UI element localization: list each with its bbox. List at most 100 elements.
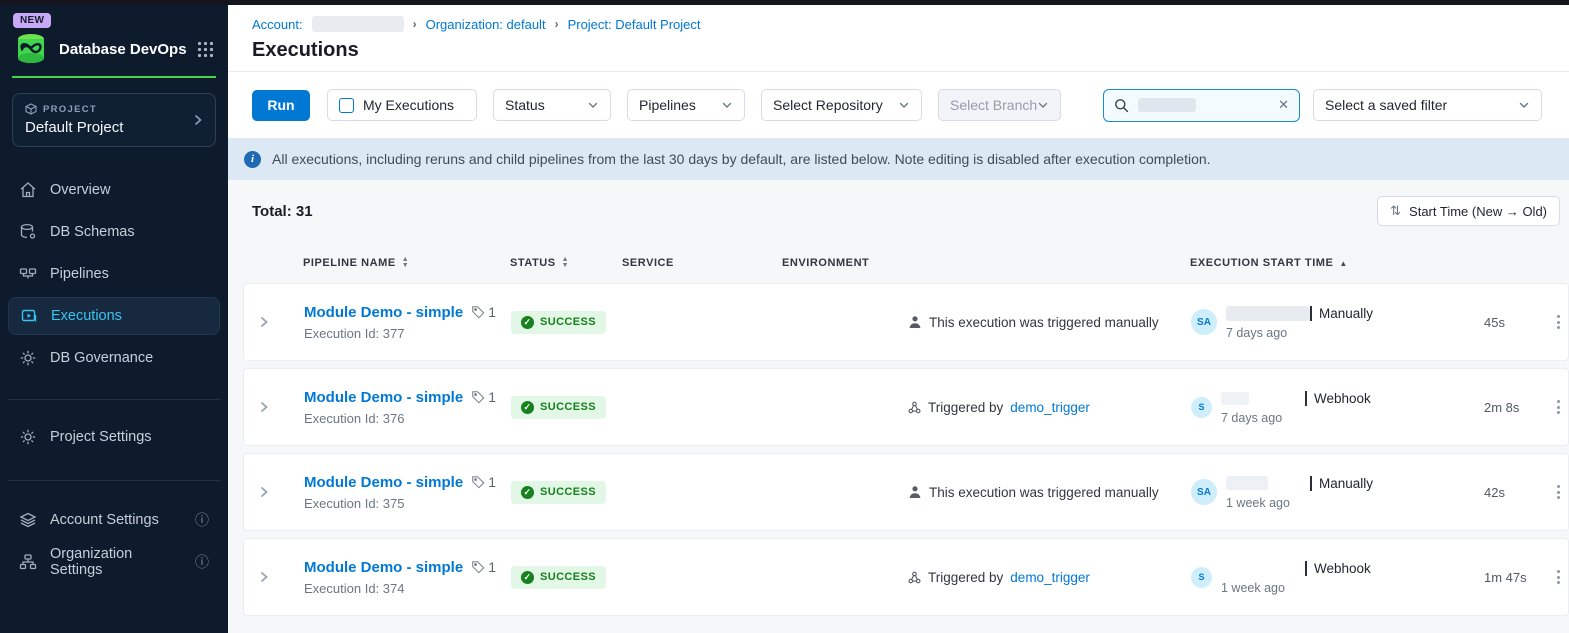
sidebar-item-pipelines[interactable]: Pipelines (8, 255, 220, 293)
column-pipeline-name[interactable]: PIPELINE NAME ▲▼ (283, 257, 510, 269)
avatar[interactable]: SA (1191, 479, 1217, 505)
trigger-via: Webhook (1305, 391, 1371, 406)
trigger-text: Triggered by (928, 570, 1003, 585)
sort-button-label: Start Time (New → Old) (1409, 204, 1547, 219)
chevron-right-icon (191, 113, 205, 127)
execution-id: Execution Id: 375 (304, 496, 511, 511)
sidebar-item-organization-settings[interactable]: Organization Settings ⓘ (8, 543, 220, 581)
database-devops-logo-icon (13, 33, 49, 65)
sort-arrows-icon: ⇅ (1390, 203, 1401, 219)
saved-filter-dropdown[interactable]: Select a saved filter (1313, 89, 1542, 121)
project-selector[interactable]: PROJECT Default Project (12, 93, 216, 147)
sidebar-item-executions[interactable]: Executions (8, 297, 220, 335)
time-ago: 7 days ago (1221, 411, 1371, 425)
run-button[interactable]: Run (252, 90, 310, 121)
my-executions-checkbox[interactable] (339, 98, 354, 113)
time-ago: 1 week ago (1221, 581, 1371, 595)
pipeline-name-link[interactable]: Module Demo - simple (304, 304, 463, 321)
pipeline-name-link[interactable]: Module Demo - simple (304, 559, 463, 576)
my-executions-filter[interactable]: My Executions (327, 89, 477, 121)
more-options-icon[interactable] (1546, 570, 1569, 584)
pipelines-dropdown-label: Pipelines (639, 97, 696, 113)
tag-icon (471, 560, 485, 574)
home-icon (19, 181, 37, 199)
execution-row[interactable]: Module Demo - simple 1 Execution Id: 374… (243, 538, 1569, 616)
pipeline-name-link[interactable]: Module Demo - simple (304, 474, 463, 491)
info-circle-icon[interactable]: ⓘ (195, 552, 209, 572)
webhook-icon (908, 571, 921, 584)
repository-dropdown[interactable]: Select Repository (761, 89, 922, 121)
expand-chevron-icon[interactable] (244, 315, 284, 329)
breadcrumb-organization[interactable]: Organization: default (426, 17, 546, 32)
avatar[interactable]: S (1191, 567, 1212, 588)
expand-chevron-icon[interactable] (244, 485, 284, 499)
trigger-text: This execution was triggered manually (929, 315, 1159, 330)
sidebar-item-db-schemas[interactable]: DB Schemas (8, 213, 220, 251)
search-input[interactable]: ✕ (1103, 89, 1300, 122)
expand-chevron-icon[interactable] (244, 570, 284, 584)
duration: 45s (1476, 315, 1546, 330)
column-status[interactable]: STATUS ▲▼ (510, 257, 622, 269)
cube-icon (25, 103, 37, 115)
execution-row[interactable]: Module Demo - simple 1 Execution Id: 375… (243, 453, 1569, 531)
branch-dropdown-label: Select Branch (950, 97, 1037, 113)
avatar[interactable]: SA (1191, 309, 1217, 335)
governance-gear-icon (19, 349, 37, 367)
close-icon[interactable]: ✕ (1278, 97, 1289, 113)
execution-row[interactable]: Module Demo - simple 1 Execution Id: 376… (243, 368, 1569, 446)
pipeline-name-link[interactable]: Module Demo - simple (304, 389, 463, 406)
execution-row[interactable]: Module Demo - simple 1 Execution Id: 377… (243, 283, 1569, 361)
tag-count: 1 (471, 304, 496, 320)
chevron-separator-icon: › (413, 17, 417, 31)
project-name: Default Project (25, 119, 203, 136)
duration: 2m 8s (1476, 400, 1546, 415)
info-circle-icon[interactable]: ⓘ (195, 510, 209, 530)
expand-chevron-icon[interactable] (244, 400, 284, 414)
trigger-via: Webhook (1305, 561, 1371, 576)
breadcrumb-project[interactable]: Project: Default Project (568, 17, 701, 32)
chevron-separator-icon: › (555, 17, 559, 31)
pipelines-dropdown[interactable]: Pipelines (627, 89, 745, 121)
trigger-link[interactable]: demo_trigger (1010, 570, 1090, 585)
breadcrumb-account[interactable]: Account: (252, 17, 303, 32)
column-environment[interactable]: ENVIRONMENT (782, 257, 907, 269)
webhook-icon (908, 401, 921, 414)
search-icon (1114, 98, 1129, 113)
tag-icon (471, 390, 485, 404)
main-content: Account: › Organization: default › Proje… (228, 0, 1569, 633)
trigger-link[interactable]: demo_trigger (1010, 400, 1090, 415)
info-banner-text: All executions, including reruns and chi… (272, 151, 1211, 167)
more-options-icon[interactable] (1546, 315, 1569, 329)
sidebar-item-account-settings[interactable]: Account Settings ⓘ (8, 501, 220, 539)
status-badge: ✓ SUCCESS (511, 311, 606, 334)
app-grid-icon[interactable] (197, 41, 214, 58)
sidebar-item-db-governance[interactable]: DB Governance (8, 339, 220, 377)
sidebar-item-project-settings[interactable]: Project Settings (8, 418, 220, 456)
window-top-strip (0, 0, 1569, 5)
check-icon: ✓ (521, 486, 534, 499)
execution-id: Execution Id: 376 (304, 411, 511, 426)
more-options-icon[interactable] (1546, 485, 1569, 499)
brand-underline (12, 76, 216, 78)
brand-section: NEW Database DevOps (0, 0, 228, 65)
executions-list-section: Total: 31 ⇅ Start Time (New → Old) PIPEL… (228, 180, 1569, 633)
sidebar-item-overview[interactable]: Overview (8, 171, 220, 209)
chevron-down-icon (721, 99, 733, 111)
redacted-user-name (1226, 306, 1310, 321)
column-service[interactable]: SERVICE (622, 257, 782, 269)
branch-dropdown[interactable]: Select Branch (938, 89, 1061, 121)
sidebar-nav-secondary: Project Settings (0, 418, 228, 460)
sidebar-divider (8, 480, 220, 481)
db-schemas-icon (19, 223, 37, 241)
sort-button[interactable]: ⇅ Start Time (New → Old) (1377, 196, 1560, 226)
tag-icon (471, 475, 485, 489)
avatar[interactable]: S (1191, 397, 1212, 418)
repository-dropdown-label: Select Repository (773, 97, 883, 113)
status-dropdown[interactable]: Status (493, 89, 611, 121)
pipelines-icon (19, 265, 37, 283)
execution-id: Execution Id: 374 (304, 581, 511, 596)
chevron-down-icon (587, 99, 599, 111)
sidebar-item-label: Organization Settings (50, 546, 182, 578)
more-options-icon[interactable] (1546, 400, 1569, 414)
column-execution-start-time[interactable]: EXECUTION START TIME ▲ (1190, 257, 1475, 269)
